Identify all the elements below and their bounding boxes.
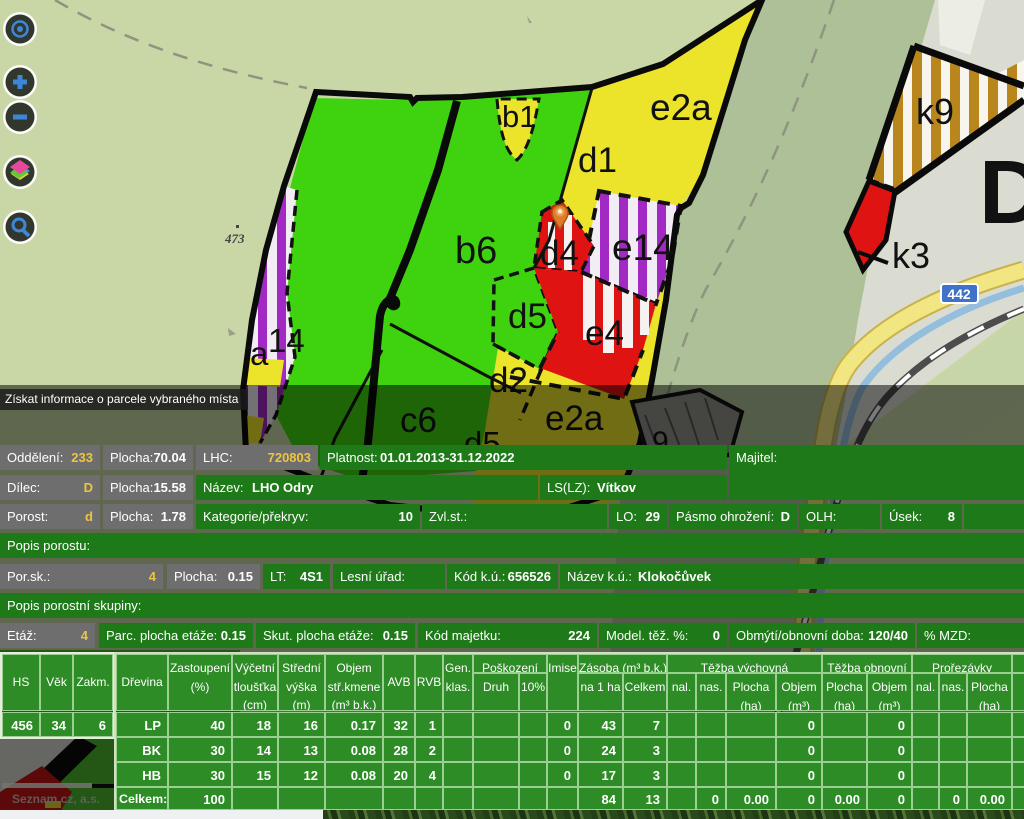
svg-text:d4: d4 <box>540 234 579 273</box>
svg-text:e2a: e2a <box>650 87 712 128</box>
svg-text:k3: k3 <box>892 235 930 276</box>
svg-text:d1: d1 <box>578 141 617 180</box>
svg-text:D: D <box>979 143 1024 243</box>
svg-text:k9: k9 <box>916 91 954 132</box>
svg-text:473: 473 <box>224 231 245 246</box>
svg-text:d5: d5 <box>508 297 547 336</box>
svg-text:b6: b6 <box>455 230 497 272</box>
svg-text:a: a <box>250 335 269 372</box>
svg-text:14: 14 <box>268 322 305 359</box>
svg-text:b1: b1 <box>502 99 536 134</box>
svg-text:e4: e4 <box>585 314 624 353</box>
svg-text:e14: e14 <box>612 227 674 268</box>
svg-text:442: 442 <box>947 286 971 302</box>
